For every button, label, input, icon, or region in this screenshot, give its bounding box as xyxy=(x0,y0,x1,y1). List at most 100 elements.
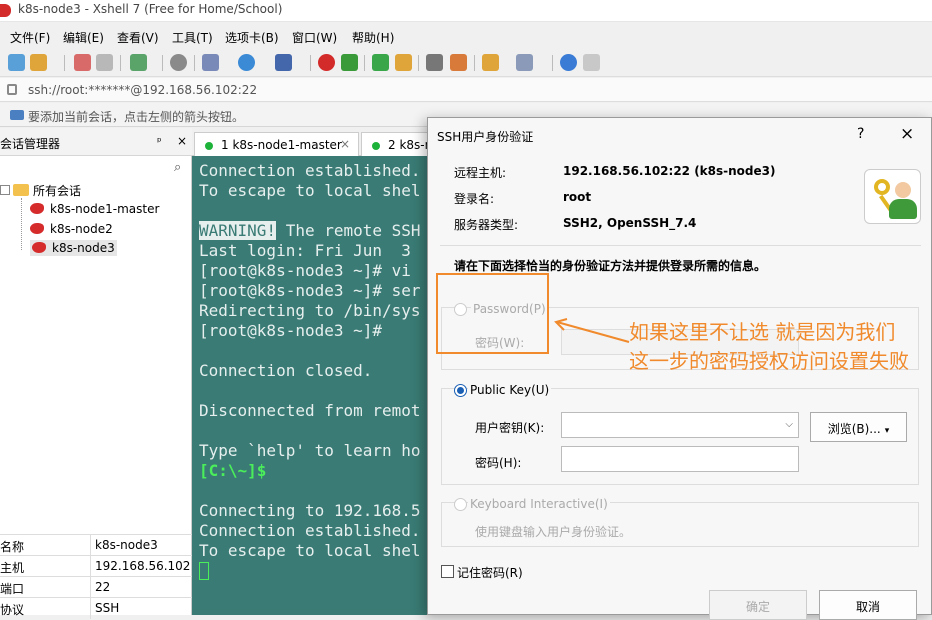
terminal-line: [root@k8s-node3 ~]# xyxy=(199,321,383,340)
property-value: 192.168.56.102 xyxy=(95,559,191,573)
fullscreen-icon[interactable] xyxy=(372,54,389,71)
menu-edit[interactable]: 编辑(E) xyxy=(63,29,104,46)
find-icon[interactable] xyxy=(170,54,187,71)
close-icon[interactable]: × xyxy=(177,134,187,148)
menu-help[interactable]: 帮助(H) xyxy=(352,29,394,46)
search-icon[interactable]: ⌕ xyxy=(174,160,181,175)
pin-icon[interactable]: ᵖ xyxy=(157,135,162,148)
layout-icon[interactable] xyxy=(202,54,219,71)
property-row: 端口 22 xyxy=(0,576,192,598)
xshell-icon[interactable] xyxy=(318,54,335,71)
remember-password-checkbox[interactable] xyxy=(441,565,454,578)
keyboard-interactive-option-label: Keyboard Interactive(I) xyxy=(468,497,610,511)
property-key: 端口 xyxy=(0,582,25,596)
toolbar xyxy=(0,49,932,77)
cancel-button[interactable]: 取消 xyxy=(819,590,917,620)
help-icon[interactable] xyxy=(560,54,577,71)
user-key-select[interactable]: ⌵ xyxy=(561,412,799,438)
server-type-value: SSH2, OpenSSH_7.4 xyxy=(563,216,697,230)
keyboard-icon[interactable] xyxy=(426,54,443,71)
menu-tools[interactable]: 工具(T) xyxy=(172,29,213,46)
toolbar-divider xyxy=(418,55,419,71)
menu-view[interactable]: 查看(V) xyxy=(117,29,159,46)
session-label: k8s-node2 xyxy=(50,222,113,236)
terminal-line: Connection established. xyxy=(199,521,421,540)
lock-icon[interactable] xyxy=(395,54,412,71)
property-value: 22 xyxy=(95,580,111,594)
globe-icon[interactable] xyxy=(238,54,255,71)
user-head-shape xyxy=(895,182,911,198)
keyboard-interactive-desc: 使用键盘输入用户身份验证。 xyxy=(475,525,632,539)
tab-close-icon[interactable]: × xyxy=(340,137,350,151)
session-item[interactable]: k8s-node2 xyxy=(30,222,113,236)
session-label: k8s-node1-master xyxy=(50,202,160,216)
key-ring-shape xyxy=(874,179,890,195)
new-session-icon[interactable] xyxy=(8,54,25,71)
help-icon[interactable]: ? xyxy=(857,126,864,142)
session-label: k8s-node3 xyxy=(52,241,115,255)
highlight-icon[interactable] xyxy=(450,54,467,71)
xftp-icon[interactable] xyxy=(341,54,358,71)
connected-dot-icon xyxy=(205,142,213,150)
session-manager-title: 会话管理器 xyxy=(0,137,61,151)
tab-label: 1 k8s-node1-master xyxy=(221,138,342,152)
browse-button-label: 浏览(B)... xyxy=(827,422,881,436)
terminal-line: Connecting to 192.168.5 xyxy=(199,501,421,520)
property-row: 主机 192.168.56.102 xyxy=(0,555,192,577)
user-key-label: 用户密钥(K): xyxy=(475,421,545,435)
add-tab-icon[interactable] xyxy=(482,54,499,71)
disconnect-icon[interactable] xyxy=(96,54,113,71)
dialog-title: SSH用户身份验证 xyxy=(437,130,534,144)
terminal[interactable]: Connection established. To escape to loc… xyxy=(192,156,432,615)
connect-icon[interactable] xyxy=(74,54,91,71)
tree-root-label: 所有会话 xyxy=(33,184,82,198)
window-title: k8s-node3 - Xshell 7 (Free for Home/Scho… xyxy=(18,2,283,16)
property-value: SSH xyxy=(95,601,120,615)
session-manager: 会话管理器 ᵖ × ⌕ 所有会话 k8s-node1-master k8s-no… xyxy=(0,128,192,619)
passphrase-field[interactable] xyxy=(561,446,799,472)
address-url[interactable]: ssh://root:*******@192.168.56.102:22 xyxy=(28,83,257,97)
font-icon[interactable] xyxy=(275,54,292,71)
login-value: root xyxy=(563,190,592,204)
property-divider xyxy=(90,577,91,598)
address-bar: ssh://root:*******@192.168.56.102:22 xyxy=(0,78,932,102)
annotation-arrow-icon xyxy=(554,318,630,343)
xshell-logo-icon xyxy=(0,4,11,17)
menu-window[interactable]: 窗口(W) xyxy=(292,29,337,46)
chat-icon[interactable] xyxy=(583,54,600,71)
window-layout-icon[interactable] xyxy=(516,54,533,71)
terminal-line: Connection established. xyxy=(199,161,421,180)
annotation-line-1: 如果这里不让选 就是因为我们 xyxy=(629,320,896,344)
arrow-hint-icon xyxy=(10,110,24,120)
toolbar-divider xyxy=(162,55,163,71)
chevron-down-icon: ⌵ xyxy=(785,419,793,430)
property-key: 主机 xyxy=(0,561,25,575)
terminal-line: Disconnected from remot xyxy=(199,401,421,420)
menu-tabs[interactable]: 选项卡(B) xyxy=(225,29,279,46)
session-item[interactable]: k8s-node1-master xyxy=(30,202,159,216)
toolbar-divider xyxy=(120,55,121,71)
terminal-line: Last login: Fri Jun 3 xyxy=(199,241,411,260)
property-divider xyxy=(90,535,91,556)
terminal-cursor xyxy=(199,562,209,580)
open-folder-icon[interactable] xyxy=(30,54,47,71)
keyboard-interactive-radio[interactable] xyxy=(454,498,467,511)
tab-k8s-node1-master[interactable]: 1 k8s-node1-master × xyxy=(194,132,359,156)
session-manager-header: 会话管理器 ᵖ × xyxy=(0,128,192,156)
remote-host-value: 192.168.56.102:22 (k8s-node3) xyxy=(563,164,776,178)
ok-button[interactable]: 确定 xyxy=(709,590,807,620)
browse-button[interactable]: 浏览(B)... ▾ xyxy=(810,412,907,442)
instruction-text: 请在下面选择恰当的身份验证方法并提供登录所需的信息。 xyxy=(454,259,767,273)
menu-file[interactable]: 文件(F) xyxy=(10,29,50,46)
session-settings-icon[interactable] xyxy=(130,54,147,71)
collapse-icon[interactable] xyxy=(0,185,10,195)
tree-root[interactable]: 所有会话 xyxy=(0,182,81,199)
property-row: 名称 k8s-node3 xyxy=(0,534,192,556)
tab-k8s-node2[interactable]: 2 k8s-no xyxy=(361,132,440,156)
public-key-radio[interactable] xyxy=(454,384,467,397)
close-icon[interactable]: × xyxy=(900,124,914,144)
keys-user-icon xyxy=(864,169,921,224)
session-item-selected[interactable]: k8s-node3 xyxy=(30,240,117,256)
title-bar: k8s-node3 - Xshell 7 (Free for Home/Scho… xyxy=(0,0,932,22)
tree-line xyxy=(21,198,22,250)
